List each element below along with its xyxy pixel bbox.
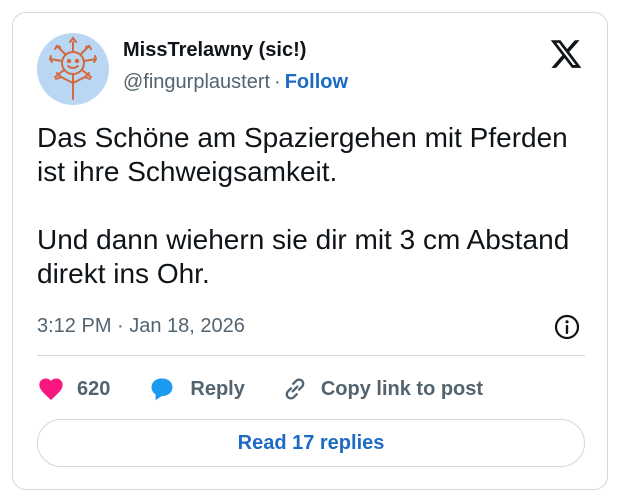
divider (37, 355, 585, 356)
tweet-paragraph: Und dann wiehern sie dir mit 3 cm Abstan… (37, 224, 570, 289)
follow-button[interactable]: Follow (285, 71, 348, 93)
read-replies-button[interactable]: Read 17 replies (37, 419, 585, 467)
avatar[interactable] (37, 33, 109, 105)
tweet-timestamp[interactable]: 3:12 PM · Jan 18, 2026 (37, 315, 245, 338)
copy-link-button[interactable]: Copy link to post (281, 375, 483, 403)
heart-icon (39, 378, 63, 400)
tweet-text: Das Schöne am Spaziergehen mit Pferden i… (37, 121, 587, 291)
reply-button[interactable]: Reply (148, 375, 245, 403)
x-logo-icon[interactable] (549, 37, 583, 71)
sun-face-icon (48, 36, 98, 100)
like-button[interactable]: 620 (37, 375, 110, 403)
info-icon[interactable] (553, 313, 581, 341)
action-bar: 620 Reply Copy link to post (37, 373, 483, 405)
like-count: 620 (77, 377, 111, 400)
reply-label: Reply (190, 377, 245, 400)
link-icon (285, 378, 305, 400)
author-handle[interactable]: @fingurplaustert (123, 71, 270, 93)
handle-separator: · (274, 71, 281, 93)
speech-bubble-icon (151, 378, 173, 401)
author-meta-row: @fingurplaustert · Follow (123, 71, 348, 94)
copy-link-label: Copy link to post (320, 377, 484, 400)
tweet-embed-card: MissTrelawny (sic!) @fingurplaustert · Fol… (12, 12, 608, 490)
tweet-paragraph: Das Schöne am Spaziergehen mit Pferden i… (37, 122, 568, 187)
author-display-name[interactable]: MissTrelawny (sic!) (123, 39, 306, 62)
